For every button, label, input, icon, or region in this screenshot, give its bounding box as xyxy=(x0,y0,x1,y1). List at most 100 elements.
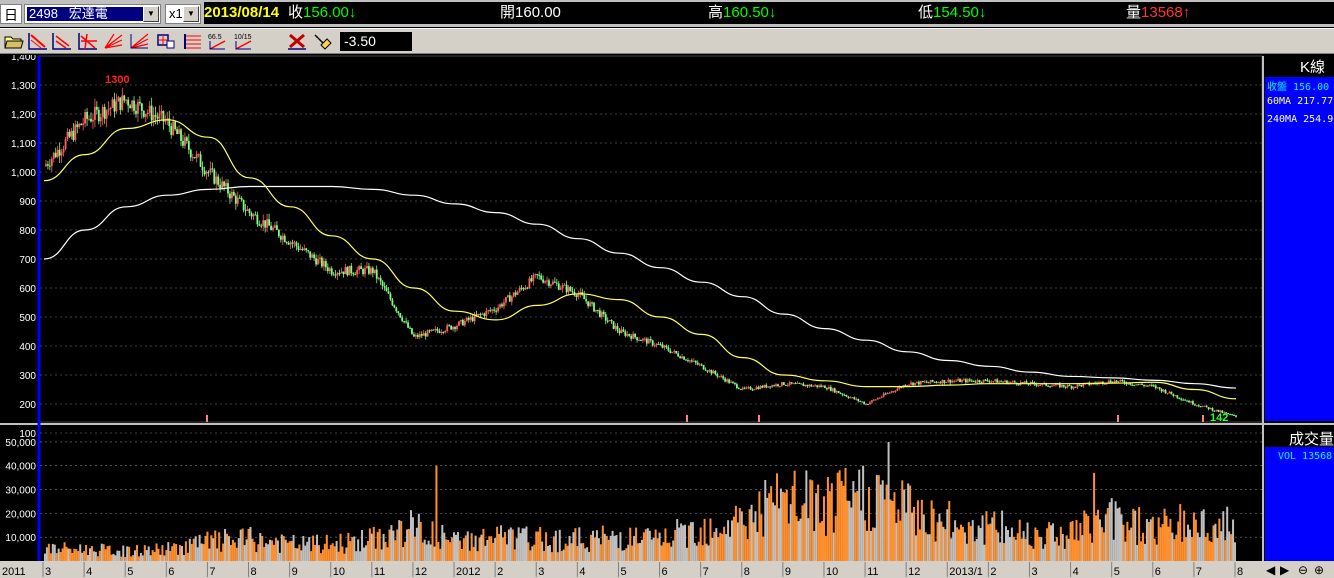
zoom-in-icon[interactable]: ⊕ xyxy=(1314,562,1324,578)
volume-bar xyxy=(1132,508,1135,561)
volume-bar xyxy=(355,551,358,561)
candle-body xyxy=(418,334,421,338)
candle-body xyxy=(949,379,952,383)
volume-value: 13568 xyxy=(1141,4,1183,21)
volume-tick-label: 30,000 xyxy=(5,486,36,497)
volume-bar xyxy=(766,497,769,561)
candle-body xyxy=(142,110,145,117)
volume-bar xyxy=(742,524,745,561)
candle-body xyxy=(1017,384,1020,386)
candle-body xyxy=(514,292,517,295)
candle-body xyxy=(244,210,247,212)
price-scale-icon[interactable]: 66.5 xyxy=(207,31,229,51)
period-icon[interactable] xyxy=(155,31,177,51)
candle-body xyxy=(939,382,942,384)
volume-bar xyxy=(1055,537,1058,561)
volume-bar xyxy=(609,535,612,561)
chevron-down-icon[interactable]: ▼ xyxy=(143,6,159,22)
candle-body xyxy=(1013,381,1016,383)
candle-body xyxy=(712,371,715,374)
volume-bar xyxy=(920,499,923,561)
candle-body xyxy=(379,277,382,282)
volume-bar xyxy=(819,522,822,561)
volume-bar xyxy=(621,550,624,561)
candle-body xyxy=(753,389,756,391)
candle-body xyxy=(714,371,717,375)
candle-body xyxy=(135,110,137,114)
scroll-right-icon[interactable]: ▶ xyxy=(1280,562,1289,578)
candle-body xyxy=(647,338,650,344)
volume-bar xyxy=(907,483,910,561)
volume-bar xyxy=(335,540,338,561)
candle-body xyxy=(461,319,464,326)
volume-bar xyxy=(629,527,632,561)
candle-body xyxy=(274,225,276,228)
volume-bar xyxy=(325,534,328,561)
candle-body xyxy=(170,125,173,135)
candle-body xyxy=(313,254,316,259)
price-tick-label: 200 xyxy=(19,400,36,411)
date-tick-label: 10 xyxy=(826,566,838,578)
volume-bar xyxy=(194,536,197,561)
volume-bar xyxy=(1026,522,1029,561)
open-icon[interactable] xyxy=(2,31,24,51)
fibonacci-fan-icon[interactable] xyxy=(128,31,150,51)
fan-icon[interactable] xyxy=(77,31,99,51)
candle-body xyxy=(597,309,599,311)
volume-bar xyxy=(1069,522,1072,561)
candle-body xyxy=(1047,385,1049,387)
zoom-out-icon[interactable]: ⊖ xyxy=(1298,562,1308,578)
volume-bar xyxy=(642,532,645,561)
volume-bar xyxy=(858,469,861,561)
candle-body xyxy=(665,345,668,348)
candle-body xyxy=(871,400,873,403)
volume-bar xyxy=(466,531,469,561)
volume-bar xyxy=(318,545,321,561)
volume-bar xyxy=(1059,526,1062,561)
stock-selector[interactable]: 2498 宏達電 ▼ xyxy=(24,4,161,24)
candle-body xyxy=(916,381,918,383)
volume-bar xyxy=(175,544,178,561)
volume-bar xyxy=(725,534,728,561)
candle-body xyxy=(779,385,781,387)
candle-body xyxy=(387,291,390,294)
volume-bar xyxy=(126,546,129,561)
candle-body xyxy=(640,339,642,341)
candle-body xyxy=(886,393,889,395)
percent-scale-icon[interactable] xyxy=(182,31,204,51)
candle-body xyxy=(129,105,132,109)
candle-body xyxy=(362,269,364,275)
candle-body xyxy=(1190,401,1192,403)
period-selector[interactable]: 日 xyxy=(0,4,22,24)
multiplier-selector[interactable]: x1 ▼ xyxy=(165,4,201,24)
delete-drawing-icon[interactable] xyxy=(286,31,308,51)
date-range-icon[interactable]: 10/15 xyxy=(233,31,255,51)
chevron-down-icon[interactable]: ▼ xyxy=(183,6,199,22)
volume-bar xyxy=(1057,545,1060,561)
candle-body xyxy=(1037,385,1040,387)
volume-bar xyxy=(963,532,966,561)
eraser-icon[interactable] xyxy=(311,31,333,51)
volume-bar xyxy=(1171,532,1174,561)
channel-icon[interactable] xyxy=(51,31,73,51)
candle-body xyxy=(1113,380,1116,383)
trendline-icon[interactable] xyxy=(27,31,49,51)
date-tick-label: 5 xyxy=(127,566,133,578)
volume-bar xyxy=(378,528,381,561)
candle-body xyxy=(381,281,384,286)
scroll-left-icon[interactable]: ◀ xyxy=(1266,562,1275,578)
volume-bar xyxy=(987,524,990,561)
candle-body xyxy=(921,381,924,383)
candle-body xyxy=(115,101,118,112)
candle-body xyxy=(364,268,366,275)
volume-bar xyxy=(564,543,567,561)
candle-body xyxy=(1011,381,1014,383)
candle-body xyxy=(1199,406,1202,408)
candle-body xyxy=(751,389,754,391)
volume-bar xyxy=(973,541,976,561)
speed-fan-icon[interactable] xyxy=(102,31,124,51)
candle-body xyxy=(430,329,433,332)
candle-body xyxy=(1172,394,1175,396)
volume-bar xyxy=(1112,539,1115,561)
stock-chart[interactable]: 1,400 1,300 1,200 1,100 1,000 900 800 700 600 500… xyxy=(0,55,1334,578)
